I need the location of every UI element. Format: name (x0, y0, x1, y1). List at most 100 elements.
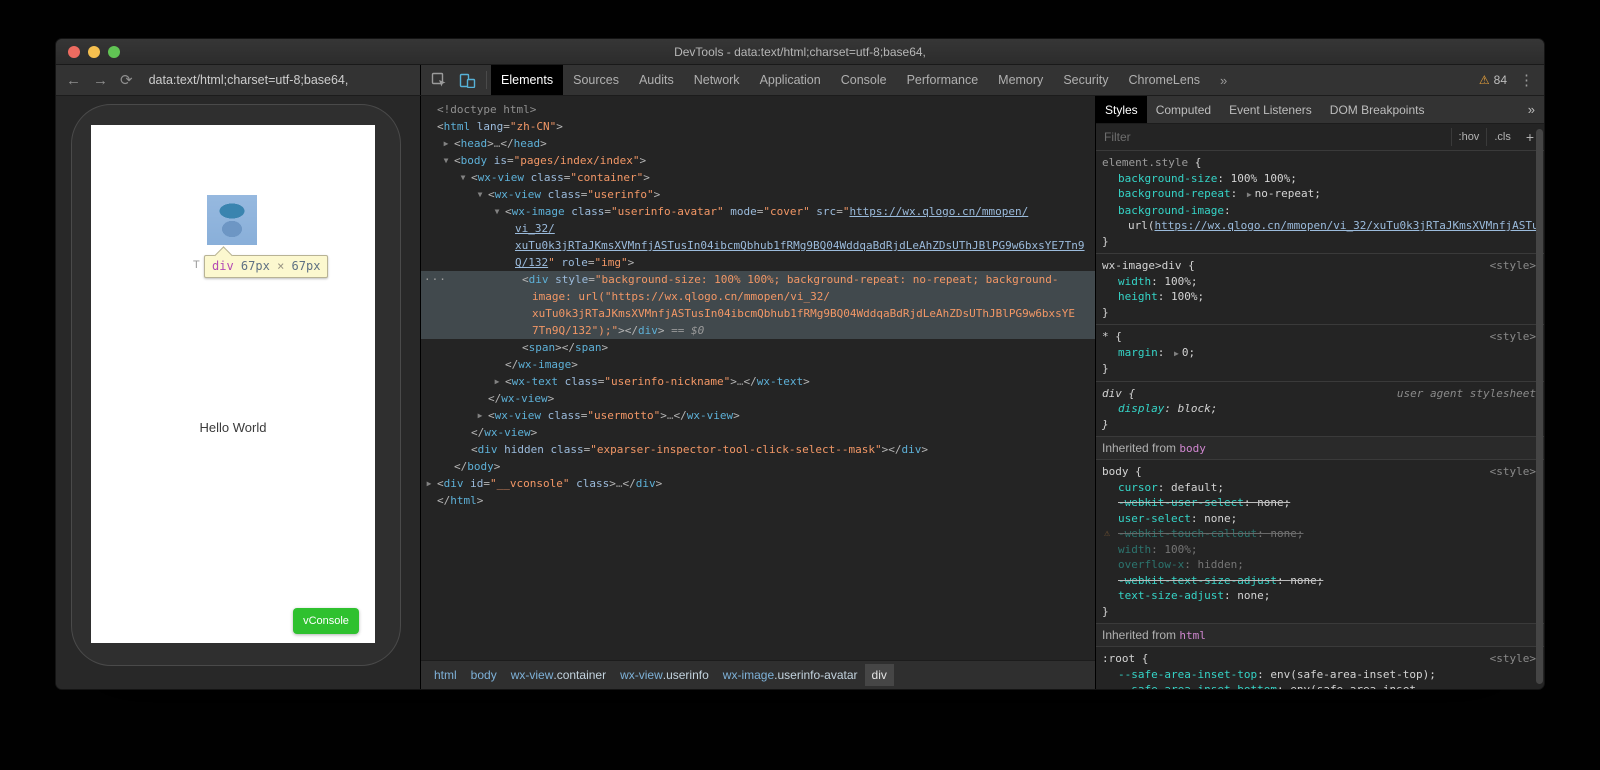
back-icon[interactable]: ← (66, 73, 81, 88)
css-property[interactable]: text-size-adjust: none; (1102, 588, 1540, 604)
style-rule-origin[interactable]: <style> (1490, 651, 1540, 667)
expand-arrow-icon[interactable]: ▼ (457, 169, 469, 186)
style-rule-origin[interactable]: user agent stylesheet (1397, 386, 1540, 402)
sidebar-tab-computed[interactable]: Computed (1147, 96, 1220, 123)
userinfo-avatar[interactable] (207, 195, 257, 245)
expand-arrow-icon[interactable]: ▶ (440, 135, 452, 152)
dom-tree-row[interactable]: ▼<body is="pages/index/index"> (421, 152, 1095, 169)
device-screen[interactable]: T div 67px × 67px Hello World vConsole (91, 125, 375, 643)
style-rule-origin[interactable]: <style> (1490, 329, 1540, 345)
css-property[interactable]: width: 100%; (1102, 274, 1540, 290)
dom-tree-row[interactable]: </wx-image> (421, 356, 1095, 373)
dom-tree-row[interactable]: Q/132" role="img"> (421, 254, 1095, 271)
inherited-from-link[interactable]: body (1179, 442, 1206, 455)
url-text[interactable]: data:text/html;charset=utf-8;base64, (149, 73, 349, 87)
breadcrumb-item-html[interactable]: html (427, 664, 464, 686)
style-rule-selector[interactable]: user agent stylesheetdiv { (1102, 386, 1540, 402)
dom-tree-row[interactable]: <html lang="zh-CN"> (421, 118, 1095, 135)
inspect-element-icon[interactable] (431, 72, 447, 88)
tab-security[interactable]: Security (1053, 65, 1118, 95)
dom-tree-row[interactable]: <span></span> (421, 339, 1095, 356)
sidebar-tabs-overflow-icon[interactable]: » (1519, 96, 1544, 123)
css-property[interactable]: user-select: none; (1102, 511, 1540, 527)
dom-tree-row[interactable]: <div hidden class="exparser-inspector-to… (421, 441, 1095, 458)
cls-toggle[interactable]: .cls (1486, 128, 1518, 146)
css-property[interactable]: ⚠-webkit-touch-callout: none; (1102, 526, 1540, 542)
tab-sources[interactable]: Sources (563, 65, 629, 95)
tab-console[interactable]: Console (831, 65, 897, 95)
css-property[interactable]: background-repeat: ▶no-repeat; (1102, 186, 1540, 203)
tab-performance[interactable]: Performance (897, 65, 989, 95)
css-property[interactable]: background-image: (1102, 203, 1540, 219)
dom-tree-row[interactable]: ▶<head>…</head> (421, 135, 1095, 152)
dom-tree-row[interactable]: ▼<wx-image class="userinfo-avatar" mode=… (421, 203, 1095, 220)
dom-tree-row[interactable]: vi_32/ (421, 220, 1095, 237)
inherited-from-link[interactable]: html (1179, 629, 1206, 642)
styles-filter-input[interactable] (1102, 129, 1451, 145)
dom-tree-row[interactable]: ▶<wx-view class="usermotto">…</wx-view> (421, 407, 1095, 424)
css-property[interactable]: -webkit-text-size-adjust: none; (1102, 573, 1540, 589)
dom-tree-row[interactable]: <!doctype html> (421, 101, 1095, 118)
css-property[interactable]: overflow-x: hidden; (1102, 557, 1540, 573)
dom-tree-row[interactable]: ▼<wx-view class="container"> (421, 169, 1095, 186)
close-button[interactable] (68, 46, 80, 58)
dom-tree-row[interactable]: </html> (421, 492, 1095, 509)
tabs-overflow-icon[interactable]: » (1210, 65, 1237, 95)
css-property[interactable]: margin: ▶0; (1102, 345, 1540, 362)
breadcrumb-item-body[interactable]: body (464, 664, 504, 686)
reload-icon[interactable]: ⟳ (120, 73, 133, 88)
breadcrumb-item-wx-view[interactable]: wx-view.userinfo (613, 664, 716, 686)
css-property[interactable]: height: 100%; (1102, 289, 1540, 305)
style-rule-selector[interactable]: <style>* { (1102, 329, 1540, 345)
value-expand-icon[interactable]: ▶ (1174, 349, 1179, 358)
expand-arrow-icon[interactable]: ▼ (491, 203, 503, 220)
expand-arrow-icon[interactable]: ▼ (440, 152, 452, 169)
css-property[interactable]: --safe-area-inset-top: env(safe-area-ins… (1102, 667, 1540, 683)
tab-audits[interactable]: Audits (629, 65, 684, 95)
style-rule-selector[interactable]: <style>:root { (1102, 651, 1540, 667)
style-rule-origin[interactable]: <style> (1490, 258, 1540, 274)
tab-chromelens[interactable]: ChromeLens (1118, 65, 1210, 95)
dom-tree-row[interactable]: image: url("https://wx.qlogo.cn/mmopen/v… (421, 288, 1095, 305)
style-rule-selector[interactable]: <style>body { (1102, 464, 1540, 480)
dom-tree-row[interactable]: ···<div style="background-size: 100% 100… (421, 271, 1095, 288)
vconsole-button[interactable]: vConsole (293, 608, 359, 634)
row-menu-dots-icon[interactable]: ··· (424, 271, 447, 288)
expand-arrow-icon[interactable]: ▼ (474, 186, 486, 203)
dom-tree-row[interactable]: ▶<wx-text class="userinfo-nickname">…</w… (421, 373, 1095, 390)
style-rule-origin[interactable]: <style> (1490, 464, 1540, 480)
dom-tree-row[interactable]: ▶<div id="__vconsole" class>…</div> (421, 475, 1095, 492)
minimize-button[interactable] (88, 46, 100, 58)
dom-tree-row[interactable]: </wx-view> (421, 424, 1095, 441)
css-property[interactable]: display: block; (1102, 401, 1540, 417)
css-property[interactable]: background-size: 100% 100%; (1102, 171, 1540, 187)
sidebar-tab-styles[interactable]: Styles (1096, 96, 1147, 123)
expand-arrow-icon[interactable]: ▶ (491, 373, 503, 390)
tab-memory[interactable]: Memory (988, 65, 1053, 95)
property-url-value[interactable]: url(https://wx.qlogo.cn/mmopen/vi_32/xuT… (1102, 218, 1540, 234)
dom-tree-row[interactable]: xuTu0k3jRTaJKmsXVMnfjASTusIn04ibcmQbhub1… (421, 305, 1095, 322)
css-property[interactable]: -webkit-user-select: none; (1102, 495, 1540, 511)
dom-tree-row[interactable]: 7Tn9Q/132");"></div> == $0 (421, 322, 1095, 339)
device-toolbar-icon[interactable] (459, 73, 476, 88)
breadcrumb-item-wx-view[interactable]: wx-view.container (504, 664, 613, 686)
url-link[interactable]: https://wx.qlogo.cn/mmopen/vi_32/xuTu0k3… (1155, 219, 1541, 232)
tab-network[interactable]: Network (684, 65, 750, 95)
css-property[interactable]: --safe-area-inset-bottom: env(safe-area-… (1102, 682, 1540, 689)
css-property[interactable]: cursor: default; (1102, 480, 1540, 496)
dom-tree-row[interactable]: ▼<wx-view class="userinfo"> (421, 186, 1095, 203)
dom-tree-row[interactable]: xuTu0k3jRTaJKmsXVMnfjASTusIn04ibcmQbhub1… (421, 237, 1095, 254)
style-rule-selector[interactable]: <style>wx-image>div { (1102, 258, 1540, 274)
css-property[interactable]: width: 100%; (1102, 542, 1540, 558)
warnings-badge[interactable]: ⚠ 84 (1479, 73, 1507, 87)
value-expand-icon[interactable]: ▶ (1247, 190, 1252, 199)
tab-application[interactable]: Application (750, 65, 831, 95)
dom-tree-row[interactable]: </wx-view> (421, 390, 1095, 407)
breadcrumb-item-div[interactable]: div (865, 664, 894, 686)
dom-tree-row[interactable]: </body> (421, 458, 1095, 475)
more-options-icon[interactable]: ⋮ (1519, 71, 1534, 89)
sidebar-tab-dom-breakpoints[interactable]: DOM Breakpoints (1321, 96, 1434, 123)
breadcrumb-item-wx-image[interactable]: wx-image.userinfo-avatar (716, 664, 865, 686)
expand-arrow-icon[interactable]: ▶ (423, 475, 435, 492)
styles-scrollbar[interactable] (1536, 129, 1543, 684)
